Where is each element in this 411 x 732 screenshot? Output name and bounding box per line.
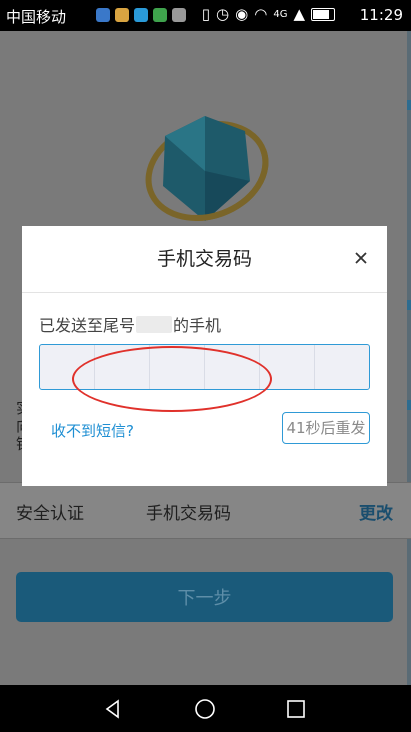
wifi-icon: ◠ xyxy=(254,5,268,23)
home-icon[interactable] xyxy=(193,697,217,721)
code-digit-cell[interactable] xyxy=(205,345,260,389)
navigation-bar xyxy=(0,685,411,732)
next-step-button[interactable]: 下一步 xyxy=(16,572,393,622)
sent-notice: 已发送至尾号 的手机 xyxy=(39,312,221,336)
dialog-title: 手机交易码 xyxy=(22,226,387,293)
clock: 11:29 xyxy=(359,6,403,24)
back-icon[interactable] xyxy=(101,697,125,721)
code-input[interactable] xyxy=(39,344,370,390)
edge-mark xyxy=(407,100,411,110)
change-link[interactable]: 更改 xyxy=(359,499,393,524)
eye-icon: ◉ xyxy=(235,5,249,23)
code-digit-cell[interactable] xyxy=(315,345,369,389)
scroll-edge xyxy=(407,31,411,685)
app-notification-icon xyxy=(153,8,167,22)
sent-prefix: 已发送至尾号 xyxy=(39,316,136,335)
app-notification-icon xyxy=(115,8,129,22)
code-digit-cell[interactable] xyxy=(260,345,315,389)
alarm-icon: ◷ xyxy=(216,5,230,23)
status-bar: 中国移动 ▯ ◷ ◉ ◠ 4G ▲ 11:29 xyxy=(0,0,411,31)
recents-icon[interactable] xyxy=(284,697,308,721)
masked-phone-digits xyxy=(136,315,173,333)
code-digit-cell[interactable] xyxy=(95,345,150,389)
code-digit-cell[interactable] xyxy=(150,345,205,389)
system-status: ▯ ◷ ◉ ◠ 4G ▲ xyxy=(202,5,335,23)
edge-mark xyxy=(407,400,411,410)
edge-mark xyxy=(407,300,411,310)
notification-icons xyxy=(96,8,186,22)
sms-code-dialog: 手机交易码 已发送至尾号 的手机 收不到短信? 41秒后重发 xyxy=(22,226,387,486)
resend-button[interactable]: 41秒后重发 xyxy=(282,412,370,444)
vibrate-icon: ▯ xyxy=(201,5,211,23)
app-notification-icon xyxy=(172,8,186,22)
app-notification-icon xyxy=(96,8,110,22)
sent-suffix: 的手机 xyxy=(173,316,222,335)
message-notification-icon xyxy=(134,8,148,22)
network-type: 4G xyxy=(273,8,288,20)
app-logo-icon xyxy=(145,116,269,222)
code-digit-cell[interactable] xyxy=(40,345,95,389)
verification-row: 安全认证 手机交易码 更改 xyxy=(0,482,411,539)
no-sms-link[interactable]: 收不到短信? xyxy=(51,420,134,441)
verification-method: 手机交易码 xyxy=(146,504,231,524)
signal-icon: ▲ xyxy=(293,5,305,23)
battery-icon xyxy=(311,7,335,21)
close-icon[interactable] xyxy=(349,246,373,270)
carrier-label: 中国移动 xyxy=(6,8,67,26)
verification-label: 安全认证 xyxy=(16,504,84,524)
